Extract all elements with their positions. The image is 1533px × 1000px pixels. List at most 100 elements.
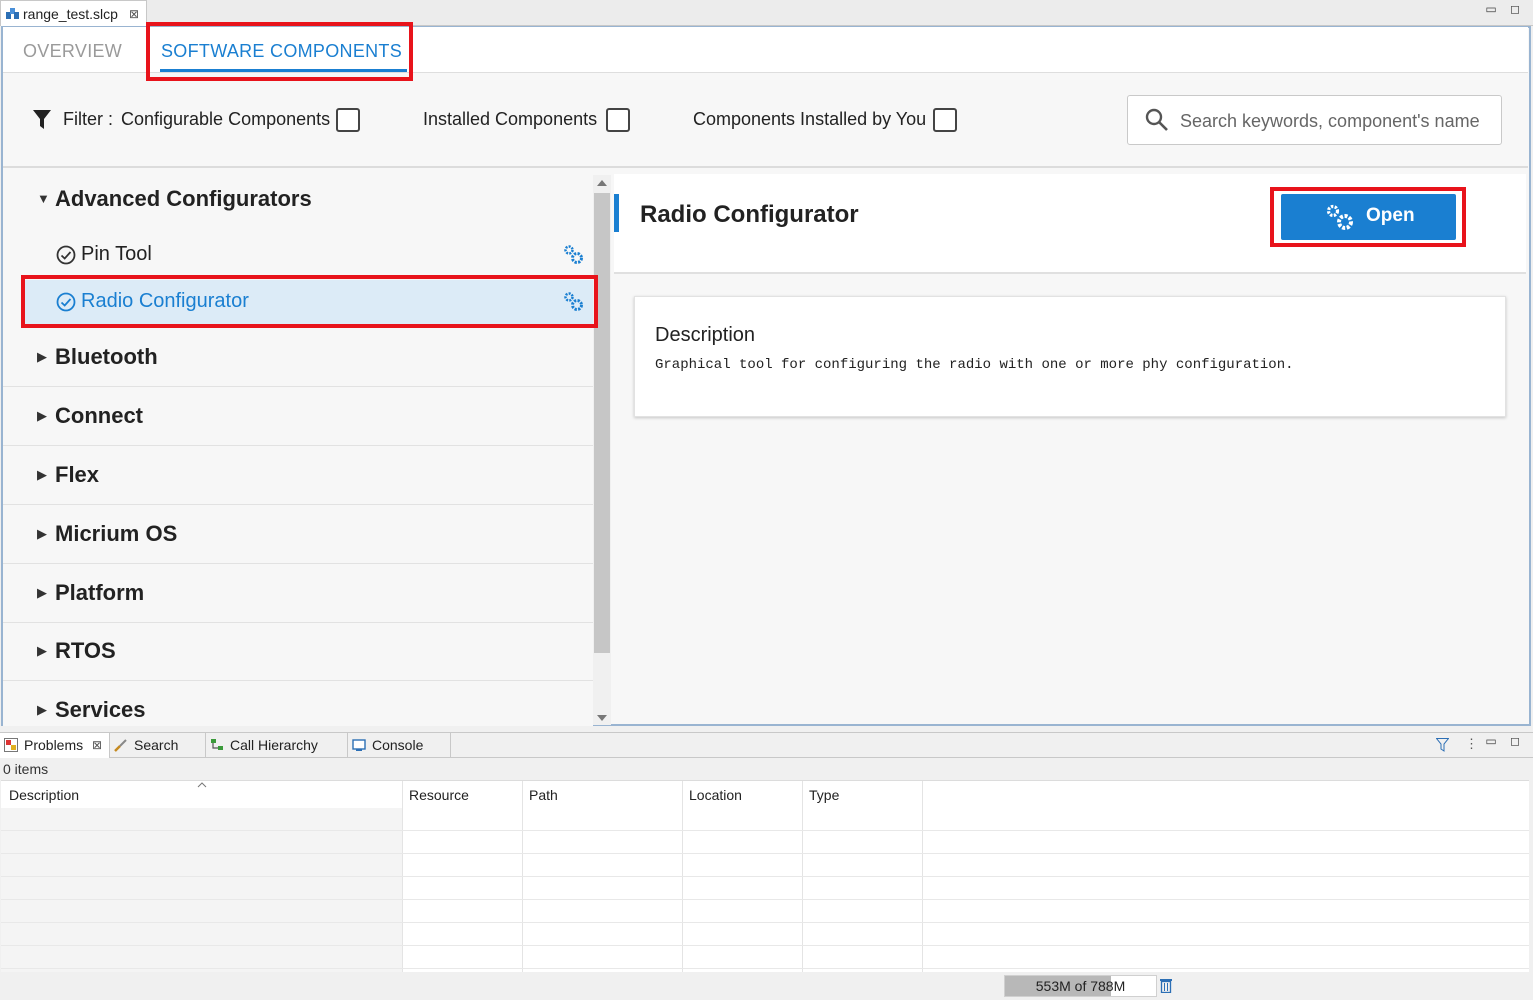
tree-category-services[interactable]: ▶ Services bbox=[3, 681, 593, 726]
category-label: Advanced Configurators bbox=[55, 186, 312, 211]
tree-category-advanced-configurators[interactable]: ▼ Advanced Configurators bbox=[3, 170, 593, 229]
category-label: Platform bbox=[55, 580, 145, 605]
maximize-panel-icon[interactable]: ◻ bbox=[1508, 735, 1522, 749]
items-count: 0 items bbox=[3, 761, 49, 777]
category-label: RTOS bbox=[55, 638, 116, 663]
collapsed-arrow-icon[interactable]: ▶ bbox=[37, 408, 47, 424]
filter-label: Filter : bbox=[63, 109, 114, 129]
table-row bbox=[1, 968, 1529, 969]
installed-components-checkbox[interactable] bbox=[606, 108, 630, 132]
problems-icon bbox=[4, 738, 18, 752]
gears-icon bbox=[1326, 204, 1353, 230]
tab-overview[interactable]: OVERVIEW bbox=[23, 41, 122, 62]
installed-by-you-checkbox[interactable] bbox=[933, 108, 957, 132]
category-label: Services bbox=[55, 697, 146, 722]
column-header-path[interactable]: Path bbox=[529, 787, 558, 803]
installed-check-icon bbox=[56, 245, 76, 265]
tree-scrollbar[interactable] bbox=[593, 175, 611, 725]
minimize-panel-icon[interactable]: ▭ bbox=[1484, 735, 1498, 749]
description-heading: Description bbox=[655, 324, 756, 346]
collapsed-arrow-icon[interactable]: ▶ bbox=[37, 585, 47, 601]
tree-item-label: Pin Tool bbox=[81, 243, 152, 265]
installed-components-label: Installed Components bbox=[423, 109, 598, 129]
filter-bar: Filter : Configurable Components Install… bbox=[3, 73, 1528, 168]
search-box[interactable] bbox=[1127, 95, 1502, 145]
status-bar: 553M of 788M bbox=[0, 972, 1533, 1000]
tab-label: Console bbox=[372, 737, 424, 753]
garbage-collect-icon[interactable] bbox=[1160, 978, 1172, 993]
detail-header: Radio Configurator Open bbox=[614, 174, 1526, 274]
section-tabs: OVERVIEW SOFTWARE COMPONENTS bbox=[3, 27, 1528, 73]
column-header-type[interactable]: Type bbox=[809, 787, 839, 803]
table-row bbox=[1, 899, 1529, 900]
collapsed-arrow-icon[interactable]: ▶ bbox=[37, 467, 47, 483]
search-input[interactable] bbox=[1180, 108, 1490, 134]
open-button[interactable]: Open bbox=[1281, 194, 1456, 240]
editor-tab-range-test[interactable]: range_test.slcp ⊠ bbox=[0, 0, 147, 26]
category-label: Micrium OS bbox=[55, 521, 178, 546]
call-hierarchy-icon bbox=[211, 739, 223, 750]
heap-status-label: 553M of 788M bbox=[1035, 978, 1126, 994]
category-label: Connect bbox=[55, 403, 143, 428]
column-header-description[interactable]: Description bbox=[9, 787, 79, 803]
installed-by-you-label: Components Installed by You bbox=[693, 109, 927, 129]
sorted-column-background bbox=[1, 808, 402, 973]
filter-icon bbox=[33, 110, 51, 129]
sort-ascending-icon bbox=[197, 782, 207, 788]
tab-call-hierarchy[interactable]: Call Hierarchy bbox=[206, 733, 348, 758]
tab-software-components[interactable]: SOFTWARE COMPONENTS bbox=[161, 41, 402, 62]
project-file-icon bbox=[6, 8, 19, 19]
tree-category-flex[interactable]: ▶ Flex bbox=[3, 446, 593, 505]
tab-label: Call Hierarchy bbox=[230, 737, 318, 753]
category-label: Bluetooth bbox=[55, 344, 158, 369]
tab-console[interactable]: Console bbox=[348, 733, 451, 758]
close-tab-icon[interactable]: ⊠ bbox=[129, 1, 139, 27]
component-tree: ▼ Advanced Configurators Pin Tool Radio … bbox=[3, 170, 593, 726]
tree-category-rtos[interactable]: ▶ RTOS bbox=[3, 622, 593, 681]
table-row bbox=[1, 922, 1529, 923]
column-header-resource[interactable]: Resource bbox=[409, 787, 469, 803]
scroll-thumb[interactable] bbox=[594, 193, 610, 653]
minimize-icon[interactable]: ▭ bbox=[1484, 3, 1498, 17]
tree-category-micrium-os[interactable]: ▶ Micrium OS bbox=[3, 505, 593, 564]
configurable-components-checkbox[interactable] bbox=[336, 108, 360, 132]
tree-item-label: Radio Configurator bbox=[81, 290, 249, 312]
tab-problems[interactable]: Problems ⊠ bbox=[0, 733, 110, 758]
description-text: Graphical tool for configuring the radio… bbox=[655, 357, 1294, 373]
table-row bbox=[1, 876, 1529, 877]
tree-category-platform[interactable]: ▶ Platform bbox=[3, 564, 593, 623]
collapsed-arrow-icon[interactable]: ▶ bbox=[37, 526, 47, 542]
table-row bbox=[1, 853, 1529, 854]
tree-category-bluetooth[interactable]: ▶ Bluetooth bbox=[3, 328, 593, 387]
collapsed-arrow-icon[interactable]: ▶ bbox=[37, 643, 47, 659]
collapsed-arrow-icon[interactable]: ▶ bbox=[37, 349, 47, 365]
close-tab-icon[interactable]: ⊠ bbox=[92, 733, 102, 758]
configure-gear-icon[interactable] bbox=[563, 291, 585, 313]
title-accent-bar bbox=[614, 194, 619, 232]
active-tab-underline bbox=[160, 69, 407, 72]
tree-item-pin-tool[interactable]: Pin Tool bbox=[25, 233, 593, 277]
installed-check-icon bbox=[56, 292, 76, 312]
view-menu-icon[interactable]: ⋮ bbox=[1465, 736, 1478, 752]
problems-table: Description Resource Path Location Type bbox=[1, 780, 1529, 973]
column-header-location[interactable]: Location bbox=[689, 787, 742, 803]
configure-gear-icon[interactable] bbox=[563, 244, 585, 266]
editor-tab-label: range_test.slcp bbox=[23, 6, 118, 22]
tree-category-connect[interactable]: ▶ Connect bbox=[3, 387, 593, 446]
collapsed-arrow-icon[interactable]: ▶ bbox=[37, 702, 47, 718]
category-label: Flex bbox=[55, 462, 100, 487]
tab-label: Problems bbox=[24, 737, 84, 753]
bottom-tab-bar: Problems ⊠ Search Call Hierarchy Console… bbox=[0, 732, 1533, 758]
tab-label: Search bbox=[134, 737, 179, 753]
scroll-down-icon[interactable] bbox=[597, 715, 607, 722]
tab-search[interactable]: Search bbox=[110, 733, 206, 758]
filter-view-icon[interactable] bbox=[1436, 738, 1449, 752]
description-card: Description Graphical tool for configuri… bbox=[634, 296, 1506, 417]
tree-item-radio-configurator[interactable]: Radio Configurator bbox=[25, 280, 593, 324]
heap-status[interactable]: 553M of 788M bbox=[1004, 975, 1157, 997]
expanded-arrow-icon[interactable]: ▼ bbox=[37, 191, 50, 206]
scroll-up-icon[interactable] bbox=[597, 179, 607, 186]
maximize-icon[interactable]: ◻ bbox=[1508, 3, 1522, 17]
search-icon bbox=[1145, 108, 1168, 131]
search-tool-icon bbox=[114, 739, 127, 752]
